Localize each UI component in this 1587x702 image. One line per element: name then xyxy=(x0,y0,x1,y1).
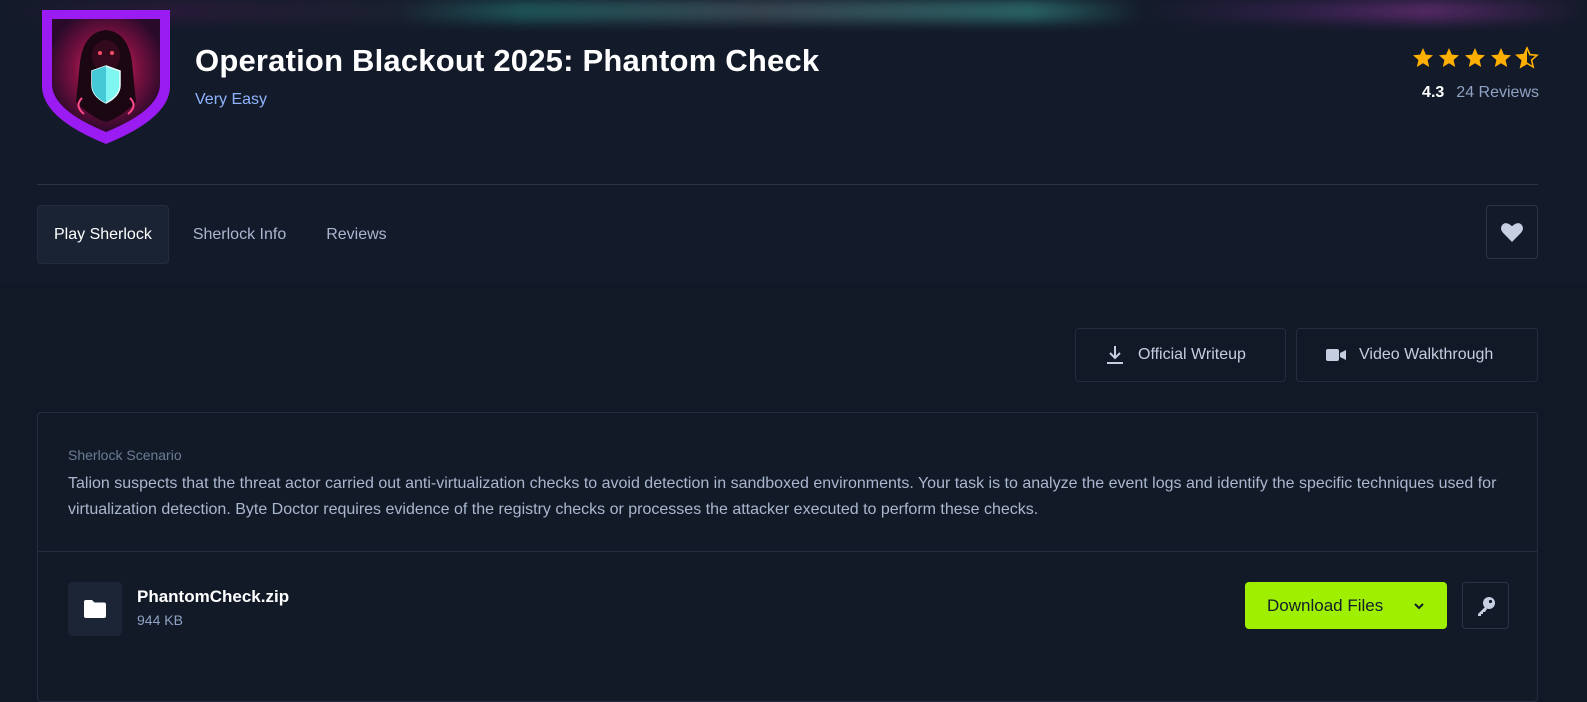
file-name: PhantomCheck.zip xyxy=(137,587,290,606)
challenge-title: Operation Blackout 2025: Phantom Check xyxy=(195,43,820,78)
rating-stars xyxy=(1411,46,1539,70)
official-writeup-button[interactable]: Official Writeup xyxy=(1075,328,1286,382)
chevron-down-icon xyxy=(1414,602,1424,609)
tab-sherlock-info[interactable]: Sherlock Info xyxy=(177,205,302,264)
rating-value: 4.3 xyxy=(1422,84,1445,101)
header-glow xyxy=(0,0,1587,22)
file-size: 944 KB xyxy=(137,612,183,628)
video-walkthrough-button[interactable]: Video Walkthrough xyxy=(1296,328,1538,382)
tab-bar: Play Sherlock Sherlock Info Reviews xyxy=(37,205,411,264)
card-divider xyxy=(38,551,1537,552)
heart-icon xyxy=(1500,223,1524,242)
key-icon xyxy=(1477,596,1495,616)
download-files-label: Download Files xyxy=(1267,595,1384,615)
rating-line: 4.3 24 Reviews xyxy=(1422,84,1539,102)
tab-play-sherlock[interactable]: Play Sherlock xyxy=(37,205,169,264)
star-icon xyxy=(1465,48,1485,67)
scenario-text: Talion suspects that the threat actor ca… xyxy=(68,475,1497,518)
star-icon xyxy=(1491,48,1511,67)
tab-reviews[interactable]: Reviews xyxy=(310,205,402,264)
star-half-icon xyxy=(1515,46,1539,69)
star-icon xyxy=(1413,48,1433,67)
star-icon xyxy=(1439,48,1459,67)
scenario-card: Sherlock Scenario Talion suspects that t… xyxy=(37,412,1538,702)
difficulty-label: Very Easy xyxy=(195,91,268,108)
favorite-button[interactable] xyxy=(1486,205,1538,259)
folder-icon xyxy=(84,600,106,618)
download-files-button[interactable]: Download Files xyxy=(1245,582,1447,629)
challenge-header: Operation Blackout 2025: Phantom Check V… xyxy=(0,0,1587,284)
official-writeup-label: Official Writeup xyxy=(1138,346,1246,363)
video-walkthrough-label: Video Walkthrough xyxy=(1359,346,1494,363)
file-password-button[interactable] xyxy=(1462,582,1509,629)
challenge-badge xyxy=(36,6,176,146)
rating-summary: 4.3 24 Reviews xyxy=(1339,46,1539,116)
scenario-label: Sherlock Scenario xyxy=(68,447,182,463)
reviews-count-link[interactable]: 24 Reviews xyxy=(1456,84,1539,102)
header-divider xyxy=(37,184,1538,185)
file-icon-box xyxy=(68,582,122,636)
video-camera-icon xyxy=(1326,349,1346,361)
download-icon xyxy=(1107,346,1123,364)
